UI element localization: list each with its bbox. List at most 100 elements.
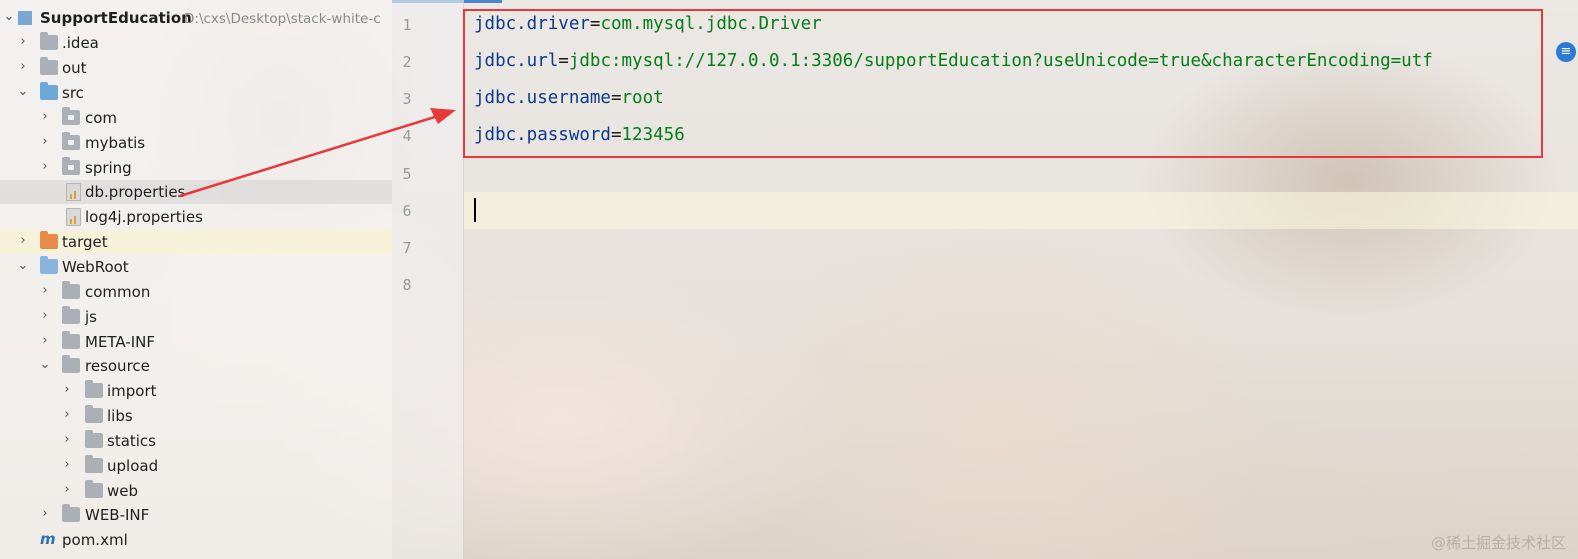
tree-item-web[interactable]: › web <box>0 479 392 503</box>
current-line-highlight <box>464 192 1578 229</box>
tree-root-row[interactable]: ⌄ SupportEducation D:\cxs\Desktop\stack-… <box>0 6 392 30</box>
chevron-right-icon[interactable]: › <box>38 133 52 151</box>
tree-item-label: src <box>62 84 84 102</box>
line-number: 4 <box>402 127 412 145</box>
line-number: 6 <box>402 202 412 220</box>
tree-item-spring[interactable]: › spring <box>0 156 392 180</box>
tree-item-statics[interactable]: › statics <box>0 429 392 453</box>
tree-item-target[interactable]: › target <box>0 230 392 254</box>
tree-item-label: META-INF <box>85 333 156 351</box>
chevron-right-icon[interactable]: › <box>16 33 30 51</box>
tree-item-label: WEB-INF <box>85 506 150 524</box>
line-number: 2 <box>402 53 412 71</box>
project-module-icon <box>18 11 32 25</box>
tree-item-label: import <box>107 382 157 400</box>
chevron-right-icon[interactable]: › <box>38 108 52 126</box>
package-icon <box>62 107 80 125</box>
tree-item-out[interactable]: › out <box>0 56 392 80</box>
tree-item-label: WebRoot <box>62 258 129 276</box>
web-folder-icon <box>40 256 58 274</box>
tree-item-label: spring <box>85 159 132 177</box>
tree-item-label: js <box>85 308 97 326</box>
project-path: D:\cxs\Desktop\stack-white-c <box>184 11 381 27</box>
tree-item-log4j-properties[interactable]: log4j.properties <box>0 205 392 229</box>
text-caret <box>474 198 476 222</box>
chevron-right-icon[interactable]: › <box>38 505 52 523</box>
folder-icon <box>62 504 80 522</box>
tree-item-pom-xml[interactable]: m pom.xml <box>0 528 392 552</box>
properties-file-icon <box>66 183 81 201</box>
chevron-down-icon[interactable]: ⌄ <box>16 257 30 275</box>
chevron-right-icon[interactable]: › <box>38 282 52 300</box>
tree-item-upload[interactable]: › upload <box>0 454 392 478</box>
chevron-down-icon[interactable]: ⌄ <box>16 83 30 101</box>
source-folder-icon <box>40 82 58 100</box>
tree-item-common[interactable]: › common <box>0 280 392 304</box>
tree-item-js[interactable]: › js <box>0 305 392 329</box>
package-icon <box>62 132 80 150</box>
folder-icon <box>62 281 80 299</box>
chevron-right-icon[interactable]: › <box>60 406 74 424</box>
tree-item-libs[interactable]: › libs <box>0 404 392 428</box>
chevron-right-icon[interactable]: › <box>38 307 52 325</box>
tree-item-label: pom.xml <box>62 531 128 549</box>
chevron-down-icon[interactable]: ⌄ <box>2 8 16 26</box>
tree-item-label: resource <box>85 357 150 375</box>
chevron-right-icon[interactable]: › <box>60 481 74 499</box>
folder-icon <box>62 331 80 349</box>
tree-item-db-properties[interactable]: db.properties <box>0 180 392 204</box>
folder-icon <box>85 480 103 498</box>
tree-item-label: .idea <box>62 34 99 52</box>
line-number: 8 <box>402 276 412 294</box>
folder-icon <box>62 306 80 324</box>
chevron-right-icon[interactable]: › <box>16 232 30 250</box>
chevron-right-icon[interactable]: › <box>60 381 74 399</box>
chevron-right-icon[interactable]: › <box>38 332 52 350</box>
tree-item-webroot[interactable]: ⌄ WebRoot <box>0 255 392 279</box>
tree-item-label: libs <box>107 407 133 425</box>
properties-file-icon <box>66 208 81 226</box>
project-name: SupportEducation <box>40 9 192 27</box>
tree-item-mybatis[interactable]: › mybatis <box>0 131 392 155</box>
chevron-right-icon[interactable]: › <box>38 158 52 176</box>
folder-icon <box>85 430 103 448</box>
tree-item-label: target <box>62 233 108 251</box>
tree-item-label: mybatis <box>85 134 146 152</box>
chevron-down-icon[interactable]: ⌄ <box>38 356 52 374</box>
folder-icon <box>85 455 103 473</box>
folder-icon <box>40 32 58 50</box>
editor-scroll-marker-icon[interactable]: ≡ <box>1556 42 1576 62</box>
project-tree-panel: ⌄ SupportEducation D:\cxs\Desktop\stack-… <box>0 0 392 559</box>
folder-icon <box>85 380 103 398</box>
watermark: @稀土掘金技术社区 <box>1430 534 1566 552</box>
folder-icon <box>85 405 103 423</box>
tree-item-label: statics <box>107 432 156 450</box>
chevron-right-icon[interactable]: › <box>60 431 74 449</box>
tree-item-label: upload <box>107 457 159 475</box>
tree-item-meta-inf[interactable]: › META-INF <box>0 330 392 354</box>
excluded-folder-icon <box>40 231 58 249</box>
tree-item-import[interactable]: › import <box>0 379 392 403</box>
chevron-right-icon[interactable]: › <box>16 58 30 76</box>
line-number: 3 <box>402 90 412 108</box>
tree-item-label: common <box>85 283 151 301</box>
tree-item-label: out <box>62 59 87 77</box>
line-number: 5 <box>402 165 412 183</box>
editor-gutter: 1 2 3 4 5 6 7 8 <box>392 0 464 559</box>
line-number: 1 <box>402 16 412 34</box>
tree-item-idea[interactable]: › .idea <box>0 31 392 55</box>
tree-item-label: log4j.properties <box>85 208 203 226</box>
tree-item-com[interactable]: › com <box>0 106 392 130</box>
tree-item-resource[interactable]: ⌄ resource <box>0 354 392 378</box>
folder-icon <box>62 355 80 373</box>
tree-item-label: db.properties <box>85 183 186 201</box>
chevron-right-icon[interactable]: › <box>60 456 74 474</box>
tree-item-src[interactable]: ⌄ src <box>0 81 392 105</box>
highlight-box <box>463 9 1543 158</box>
maven-icon: m <box>40 530 56 548</box>
tree-item-label: web <box>107 482 139 500</box>
tree-item-web-inf[interactable]: › WEB-INF <box>0 503 392 527</box>
folder-icon <box>40 57 58 75</box>
tree-item-label: com <box>85 109 118 127</box>
line-number: 7 <box>402 239 412 257</box>
